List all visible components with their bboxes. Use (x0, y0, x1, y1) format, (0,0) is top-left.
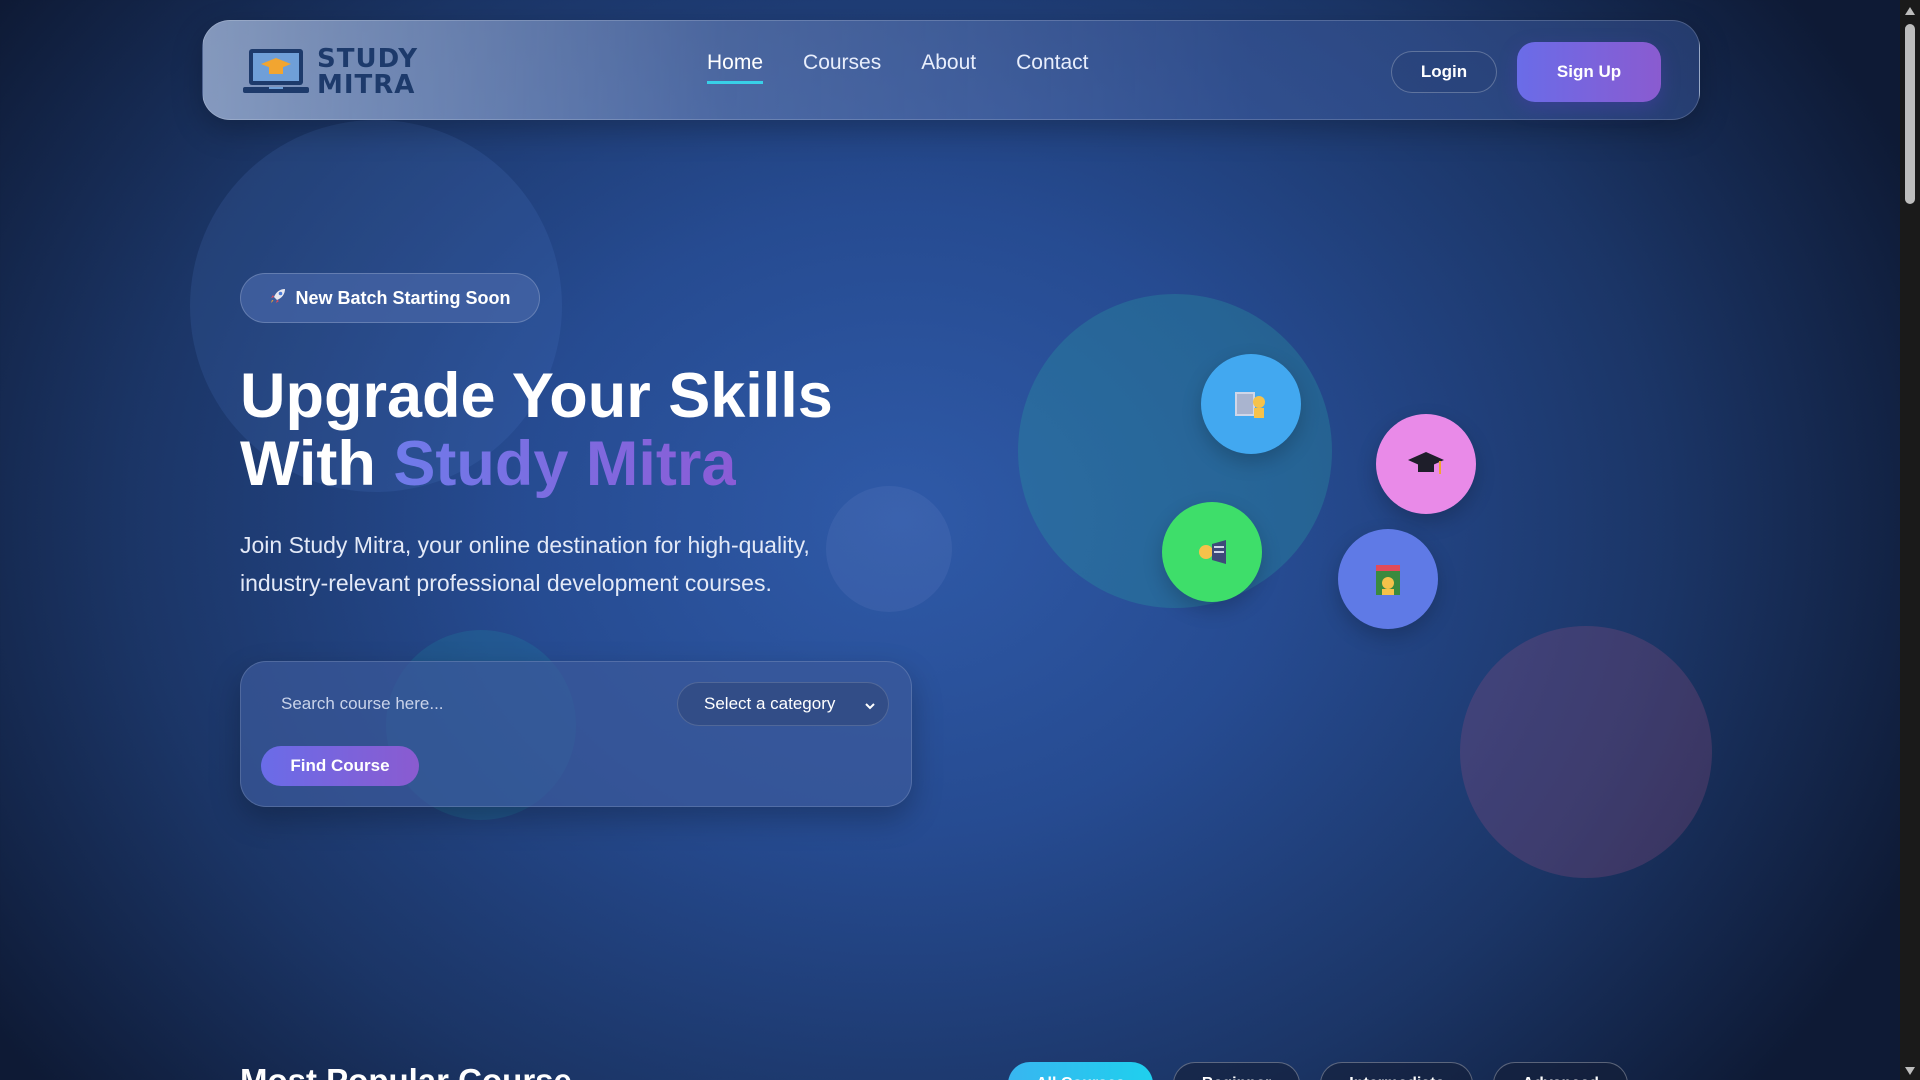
page-viewport: STUDY MITRA Home Courses About Contact L… (0, 0, 1900, 1080)
filter-tab-intermediate[interactable]: Intermediate (1320, 1062, 1474, 1080)
navbar: STUDY MITRA Home Courses About Contact L… (202, 20, 1700, 120)
search-input[interactable] (261, 682, 661, 726)
badge-text: New Batch Starting Soon (295, 287, 511, 308)
nav-link-contact[interactable]: Contact (1016, 51, 1088, 84)
decorative-orb (1460, 626, 1712, 878)
nav-link-home[interactable]: Home (707, 51, 764, 84)
hero-description: Join Study Mitra, your online destinatio… (240, 532, 810, 596)
logo-line-1: STUDY (317, 44, 419, 74)
scrollbar-thumb[interactable] (1905, 24, 1915, 204)
hero-title-prefix: With (240, 429, 394, 499)
scroll-down-arrow-icon[interactable] (1904, 1064, 1916, 1076)
chevron-down-icon (864, 697, 876, 710)
logo[interactable]: STUDY MITRA (243, 45, 423, 99)
graduation-cap-icon (1376, 414, 1476, 514)
rocket-icon (269, 287, 287, 310)
nav-link-about[interactable]: About (921, 51, 976, 84)
student-icon (1162, 502, 1262, 602)
hero-title-brand: Study Mitra (393, 429, 737, 499)
category-selected-value: Select a category (704, 694, 836, 713)
login-button[interactable]: Login (1391, 51, 1497, 93)
vertical-scrollbar[interactable] (1900, 0, 1920, 1080)
signup-button[interactable]: Sign Up (1517, 42, 1661, 102)
filter-tab-all[interactable]: All Courses (1008, 1062, 1153, 1080)
nav-link-courses[interactable]: Courses (803, 51, 881, 84)
find-course-button[interactable]: Find Course (261, 746, 419, 786)
hero-title-line-1: Upgrade Your Skills (240, 361, 833, 431)
hero-title: Upgrade Your Skills With Study Mitra (240, 362, 833, 498)
logo-text: STUDY MITRA (317, 46, 418, 98)
popular-courses-title: Most Popular Course (240, 1062, 572, 1080)
course-filter-tabs: All Courses Beginner Intermediate Advanc… (1008, 1062, 1628, 1080)
filter-tab-beginner[interactable]: Beginner (1172, 1062, 1301, 1080)
nav-links: Home Courses About Contact (707, 51, 1089, 84)
search-card: Select a category Find Course (240, 661, 912, 807)
books-student-icon (1338, 529, 1438, 629)
teacher-board-icon (1201, 354, 1301, 454)
filter-tab-advanced[interactable]: Advanced (1493, 1062, 1628, 1080)
category-select[interactable]: Select a category (677, 682, 889, 726)
laptop-graduation-logo-icon (243, 47, 309, 97)
new-batch-badge: New Batch Starting Soon (240, 273, 540, 323)
scroll-up-arrow-icon[interactable] (1904, 4, 1916, 16)
logo-line-2: MITRA (317, 70, 416, 100)
